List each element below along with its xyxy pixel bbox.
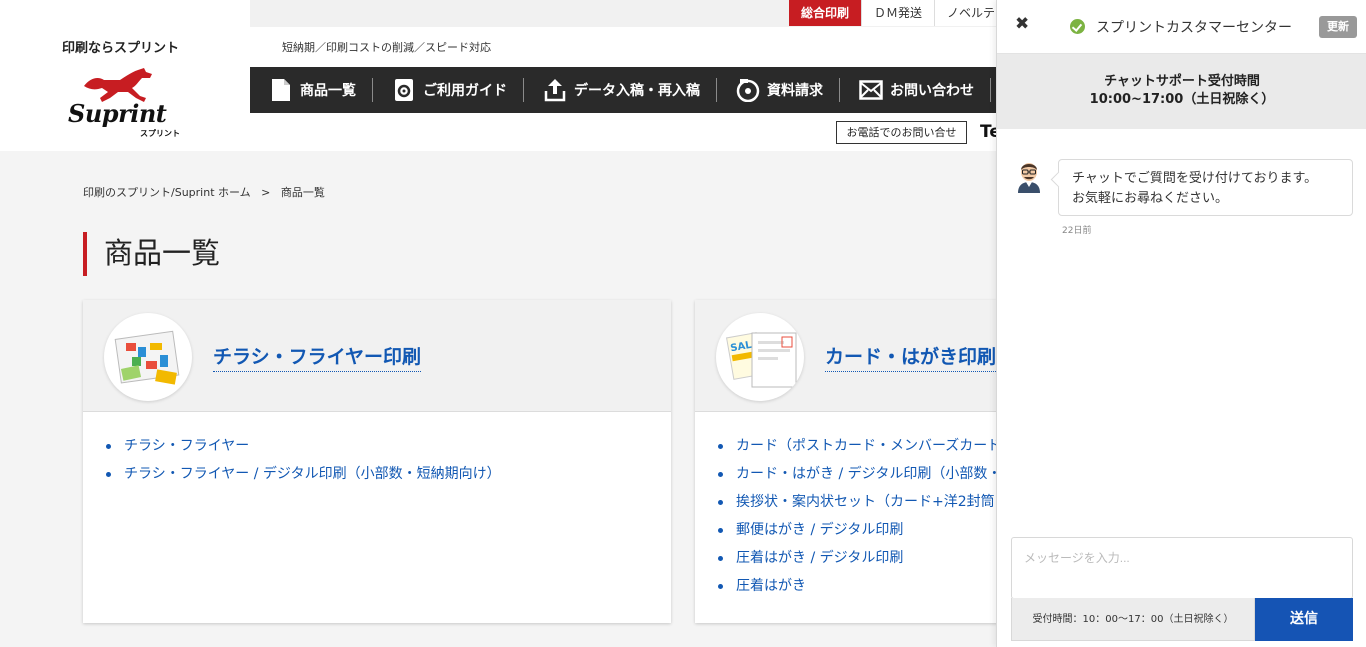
chat-hours-value: 10:00~17:00（土日祝除く） — [1089, 92, 1275, 107]
mail-icon — [858, 77, 884, 103]
refresh-button[interactable]: 更新 — [1319, 16, 1357, 38]
top-nav-dm[interactable]: ＤＭ発送 — [862, 0, 936, 26]
nav-divider — [990, 78, 991, 102]
card-header: チラシ・フライヤー印刷 — [83, 300, 671, 412]
list-item[interactable]: チラシ・フライヤー / デジタル印刷（小部数・短納期向け） — [104, 464, 671, 492]
chat-widget: ✖ スプリントカスタマーセンター 更新 チャットサポート受付時間 10:00~1… — [996, 0, 1366, 647]
main-nav-label: データ入稿・再入稿 — [574, 83, 700, 99]
logo-tagline: 印刷ならスプリント — [62, 41, 180, 56]
online-check-icon — [1070, 19, 1085, 34]
main-nav-products[interactable]: 商品一覧 — [250, 67, 372, 113]
main-nav-upload[interactable]: データ入稿・再入稿 — [524, 67, 716, 113]
chat-agent-name: スプリントカスタマーセンター — [1096, 20, 1292, 36]
chat-support-hours: チャットサポート受付時間 10:00~17:00（土日祝除く） — [997, 54, 1366, 129]
breadcrumb-home[interactable]: 印刷のスプリント/Suprint ホーム — [83, 186, 251, 199]
top-nav: 総合印刷 ＤＭ発送 ノベルテ — [789, 0, 1009, 26]
logo-wordmark: Suprint — [68, 99, 167, 128]
postcard-thumbnail[interactable]: SALE — [716, 313, 804, 401]
document-icon — [268, 77, 294, 103]
phone-contact-button[interactable]: お電話でのお問い合せ — [836, 121, 967, 144]
chat-message-time: 22日前 — [1062, 226, 1092, 236]
send-button[interactable]: 送信 — [1255, 598, 1353, 641]
card-title-postcard[interactable]: カード・はがき印刷 — [825, 342, 997, 372]
card-title-flyer[interactable]: チラシ・フライヤー印刷 — [213, 342, 422, 372]
top-nav-general-print[interactable]: 総合印刷 — [789, 0, 863, 26]
site-logo[interactable]: 印刷ならスプリント Suprint スプリント — [0, 0, 250, 151]
breadcrumb-current: 商品一覧 — [280, 186, 325, 199]
close-icon[interactable]: ✖ — [1015, 14, 1029, 34]
page-title: 商品一覧 — [83, 232, 220, 276]
gear-icon — [391, 77, 417, 103]
upload-icon — [542, 77, 568, 103]
disc-icon — [735, 77, 761, 103]
list-item[interactable]: チラシ・フライヤー — [104, 436, 671, 464]
flyer-product-list: チラシ・フライヤー チラシ・フライヤー / デジタル印刷（小部数・短納期向け） — [83, 412, 671, 492]
main-nav: 商品一覧 ご利用ガイド データ入稿・再入稿 資料請求 お問い合わせ — [250, 67, 996, 113]
main-nav-guide[interactable]: ご利用ガイド — [373, 67, 523, 113]
chat-message-input[interactable] — [1011, 537, 1353, 599]
chat-hours-title: チャットサポート受付時間 — [1104, 74, 1260, 89]
logo-kana: スプリント — [140, 129, 180, 138]
breadcrumb-separator: > — [261, 186, 271, 199]
agent-avatar — [1015, 159, 1043, 193]
chat-message-bubble: チャットでご質問を受け付けております。 お気軽にお尋ねください。 — [1058, 159, 1353, 216]
main-nav-label: 商品一覧 — [300, 83, 356, 99]
chat-header: ✖ スプリントカスタマーセンター 更新 — [997, 0, 1366, 54]
breadcrumb: 印刷のスプリント/Suprint ホーム > 商品一覧 — [83, 184, 325, 200]
main-nav-label: お問い合わせ — [890, 83, 974, 99]
chat-message-line: お気軽にお尋ねください。 — [1072, 191, 1229, 206]
chat-footer-hours: 受付時間：10：00〜17：00（土日祝除く） — [1011, 598, 1255, 641]
sub-tagline: 短納期／印刷コストの削減／スピード対応 — [282, 41, 491, 54]
main-nav-contact[interactable]: お問い合わせ — [840, 67, 990, 113]
main-nav-label: 資料請求 — [767, 83, 823, 99]
flyer-thumbnail[interactable] — [104, 313, 192, 401]
chat-message-line: チャットでご質問を受け付けております。 — [1072, 171, 1318, 186]
product-card-flyer: チラシ・フライヤー印刷 チラシ・フライヤー チラシ・フライヤー / デジタル印刷… — [83, 300, 671, 623]
main-nav-label: ご利用ガイド — [423, 83, 507, 99]
main-nav-request[interactable]: 資料請求 — [717, 67, 839, 113]
